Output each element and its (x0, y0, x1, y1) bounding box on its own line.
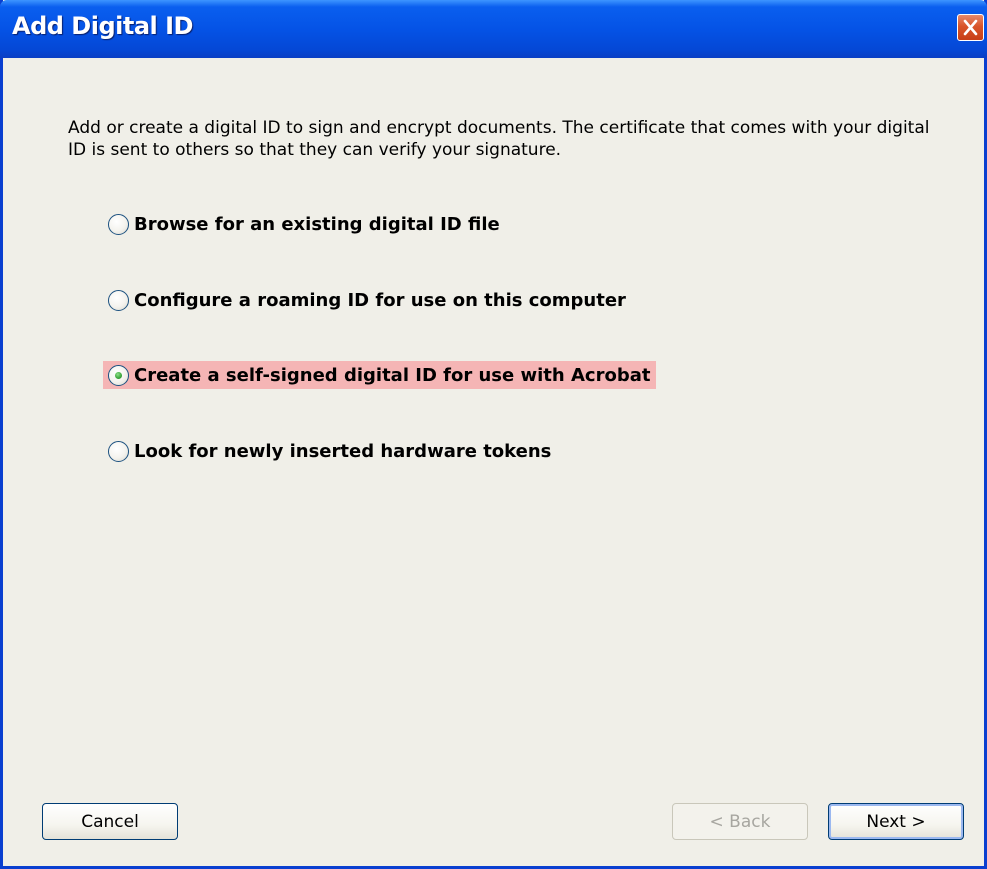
option-create-self-signed-id[interactable]: Create a self-signed digital ID for use … (103, 361, 657, 389)
option-label: Configure a roaming ID for use on this c… (134, 289, 626, 311)
option-configure-roaming-id[interactable]: Configure a roaming ID for use on this c… (103, 286, 632, 314)
title-bar[interactable]: Add Digital ID (0, 0, 987, 58)
cancel-button[interactable]: Cancel (42, 803, 178, 840)
radio-button[interactable] (108, 440, 129, 462)
radio-selected-dot (115, 371, 122, 379)
close-icon (963, 19, 978, 36)
back-button[interactable]: < Back (672, 803, 808, 840)
option-label: Browse for an existing digital ID file (134, 213, 500, 235)
radio-button[interactable] (108, 213, 129, 235)
dialog-description: Add or create a digital ID to sign and e… (68, 118, 930, 160)
radio-button-selected[interactable] (108, 364, 129, 386)
add-digital-id-dialog: Add Digital ID Add or create a digital I… (0, 0, 987, 869)
close-button[interactable] (957, 14, 984, 41)
dialog-title: Add Digital ID (12, 12, 193, 40)
option-label: Look for newly inserted hardware tokens (134, 440, 552, 462)
option-browse-existing-id[interactable]: Browse for an existing digital ID file (103, 210, 506, 238)
option-label: Create a self-signed digital ID for use … (134, 364, 651, 386)
option-look-for-hardware-tokens[interactable]: Look for newly inserted hardware tokens (103, 437, 557, 465)
next-button[interactable]: Next > (828, 803, 964, 840)
radio-button[interactable] (108, 289, 129, 311)
